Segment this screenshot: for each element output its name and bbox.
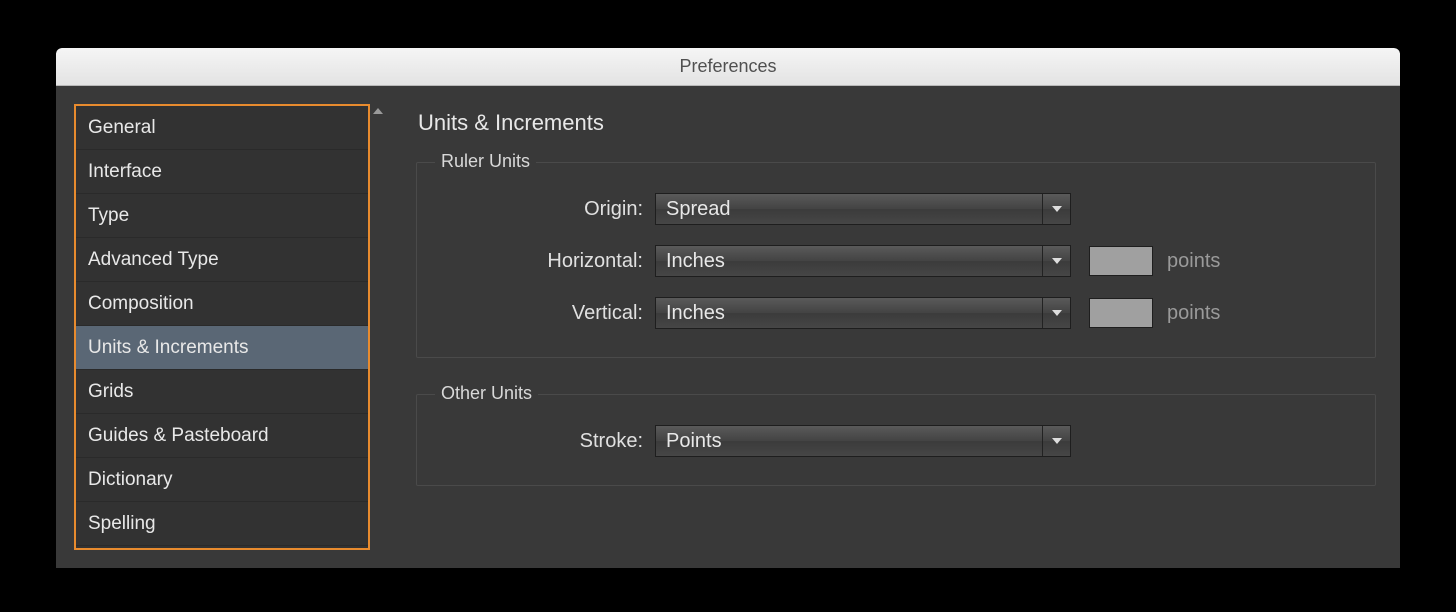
- vertical-label: Vertical:: [435, 302, 655, 325]
- chevron-down-icon: [1042, 426, 1070, 456]
- origin-label: Origin:: [435, 198, 655, 221]
- horizontal-row: Horizontal: Inches points: [435, 235, 1357, 287]
- sidebar-item-type[interactable]: Type: [76, 194, 368, 238]
- sidebar-item-guides-pasteboard[interactable]: Guides & Pasteboard: [76, 414, 368, 458]
- stroke-row: Stroke: Points: [435, 415, 1357, 467]
- panel-title: Units & Increments: [416, 110, 1376, 136]
- horizontal-select[interactable]: Inches: [655, 245, 1071, 277]
- sidebar-item-label: Dictionary: [88, 469, 172, 491]
- origin-value: Spread: [666, 198, 731, 221]
- sidebar-item-label: Composition: [88, 293, 194, 315]
- other-units-legend: Other Units: [435, 383, 538, 404]
- window-title: Preferences: [679, 56, 776, 77]
- sidebar-item-label: Grids: [88, 381, 133, 403]
- stroke-select[interactable]: Points: [655, 425, 1071, 457]
- sidebar-item-label: Advanced Type: [88, 249, 219, 271]
- preferences-window: Preferences General Interface Type Advan…: [56, 48, 1400, 568]
- ruler-units-group: Ruler Units Origin: Spread Horizontal: I…: [416, 162, 1376, 358]
- origin-row: Origin: Spread: [435, 183, 1357, 235]
- sidebar-item-composition[interactable]: Composition: [76, 282, 368, 326]
- sidebar-item-interface[interactable]: Interface: [76, 150, 368, 194]
- chevron-down-icon: [1042, 194, 1070, 224]
- scroll-up-arrow-icon[interactable]: [370, 104, 386, 118]
- chevron-down-icon: [1042, 298, 1070, 328]
- vertical-row: Vertical: Inches points: [435, 287, 1357, 339]
- sidebar-item-grids[interactable]: Grids: [76, 370, 368, 414]
- category-sidebar: General Interface Type Advanced Type Com…: [74, 104, 370, 550]
- sidebar-scrollbar[interactable]: [370, 104, 386, 550]
- other-units-group: Other Units Stroke: Points: [416, 394, 1376, 486]
- sidebar-item-label: Spelling: [88, 513, 156, 535]
- horizontal-points-input[interactable]: [1089, 246, 1153, 276]
- window-body: General Interface Type Advanced Type Com…: [56, 86, 1400, 568]
- sidebar-item-dictionary[interactable]: Dictionary: [76, 458, 368, 502]
- main-panel: Units & Increments Ruler Units Origin: S…: [404, 104, 1382, 550]
- sidebar-item-label: General: [88, 117, 156, 139]
- stroke-label: Stroke:: [435, 430, 655, 453]
- vertical-value: Inches: [666, 302, 725, 325]
- sidebar-wrap: General Interface Type Advanced Type Com…: [74, 104, 386, 550]
- sidebar-item-label: Interface: [88, 161, 162, 183]
- chevron-down-icon: [1042, 246, 1070, 276]
- origin-select[interactable]: Spread: [655, 193, 1071, 225]
- horizontal-value: Inches: [666, 250, 725, 273]
- vertical-suffix: points: [1167, 302, 1220, 325]
- scroll-track[interactable]: [370, 118, 386, 550]
- ruler-units-legend: Ruler Units: [435, 151, 536, 172]
- window-titlebar: Preferences: [56, 48, 1400, 86]
- sidebar-item-label: Units & Increments: [88, 337, 249, 359]
- vertical-select[interactable]: Inches: [655, 297, 1071, 329]
- sidebar-item-units-increments[interactable]: Units & Increments: [76, 326, 368, 370]
- horizontal-label: Horizontal:: [435, 250, 655, 273]
- sidebar-item-label: Guides & Pasteboard: [88, 425, 269, 447]
- sidebar-item-general[interactable]: General: [76, 106, 368, 150]
- sidebar-item-spelling[interactable]: Spelling: [76, 502, 368, 546]
- sidebar-item-label: Type: [88, 205, 129, 227]
- stroke-value: Points: [666, 430, 722, 453]
- horizontal-suffix: points: [1167, 250, 1220, 273]
- vertical-points-input[interactable]: [1089, 298, 1153, 328]
- sidebar-item-advanced-type[interactable]: Advanced Type: [76, 238, 368, 282]
